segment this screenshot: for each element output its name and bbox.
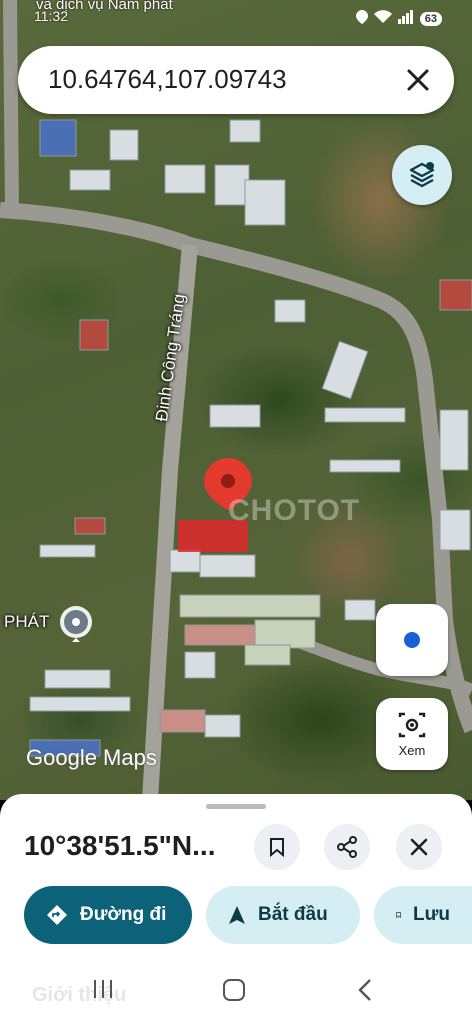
camera-search-icon [398,712,426,737]
search-bar[interactable]: 10.64764,107.09743 [18,46,454,114]
recents-icon [94,980,112,998]
place-marker-icon[interactable] [60,606,92,642]
close-icon[interactable] [404,66,432,94]
share-button[interactable] [324,824,370,870]
layers-icon [409,162,435,188]
my-location-button[interactable] [376,604,448,676]
directions-label: Đường đi [80,904,167,925]
home-icon [223,979,245,1001]
status-bar: và dịch vụ Nam phát 11:32 63 [0,0,472,32]
place-label[interactable]: PHÁT [4,612,49,632]
share-icon [337,836,357,858]
back-button[interactable] [356,978,374,1007]
bookmark-icon [270,838,284,857]
bottom-sheet[interactable]: 10°38'51.5"N... Đường đi Bắt đầu Lưu [0,794,472,954]
recent-apps-button[interactable] [92,978,114,1005]
close-icon [410,838,428,856]
start-button[interactable]: Bắt đầu [206,886,360,944]
save-button[interactable]: Lưu [374,886,472,944]
map-roads [0,0,472,800]
location-status-icon [355,10,368,27]
layers-button[interactable] [392,145,452,205]
home-button[interactable] [222,978,246,1007]
watermark: CHOTOT [228,494,361,527]
save-bookmark-button[interactable] [254,824,300,870]
wifi-icon [373,10,392,27]
start-label: Bắt đầu [258,904,328,925]
save-label: Lưu [413,904,450,925]
google-maps-logo: Google Maps [26,745,157,770]
lens-button[interactable]: Xem [376,698,448,770]
coordinates-title: 10°38'51.5"N... [24,830,216,861]
location-dot-icon [404,632,420,648]
battery-indicator: 63 [419,11,442,26]
status-time: 11:32 [34,8,68,24]
sheet-handle[interactable] [206,804,266,809]
lens-label: Xem [398,742,426,758]
navigation-arrow-icon [229,906,245,924]
close-sheet-button[interactable] [396,824,442,870]
search-query[interactable]: 10.64764,107.09743 [48,64,287,95]
directions-icon [47,905,67,925]
directions-button[interactable]: Đường đi [24,886,192,944]
signal-icon [397,10,414,27]
satellite-map[interactable]: Đinh Công Tráng PHÁT CHOTOT Google Maps [0,0,472,800]
system-nav-bar: Giới thiệu [0,954,472,1024]
back-icon [358,979,371,1001]
bookmark-icon [396,912,401,919]
